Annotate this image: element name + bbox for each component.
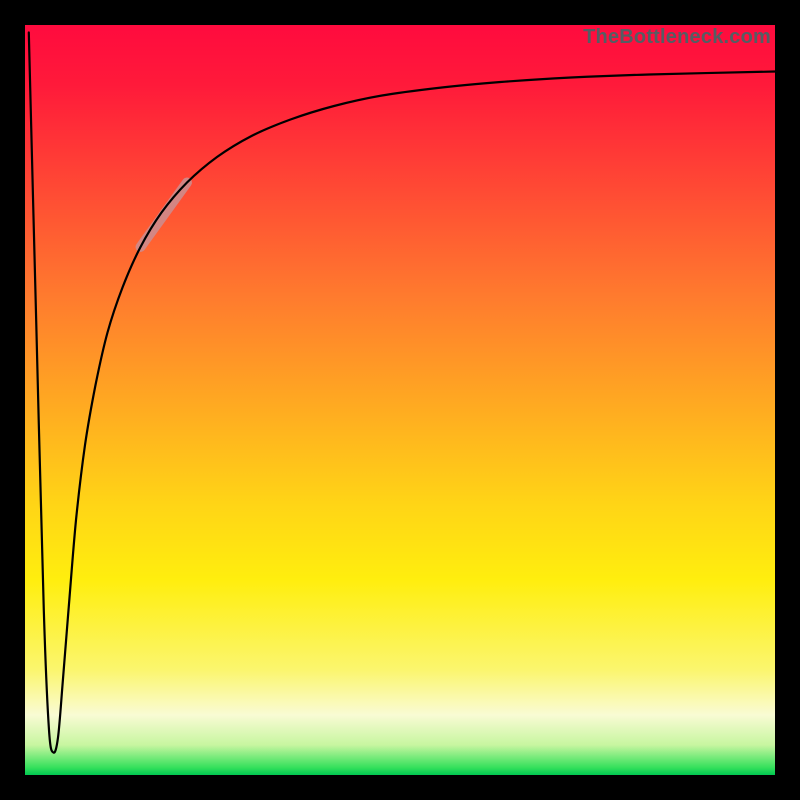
plot-area: TheBottleneck.com xyxy=(25,25,775,775)
chart-frame: TheBottleneck.com xyxy=(0,0,800,800)
curve-highlight xyxy=(141,183,188,248)
main-curve xyxy=(29,33,775,753)
curve-layer xyxy=(25,25,775,775)
